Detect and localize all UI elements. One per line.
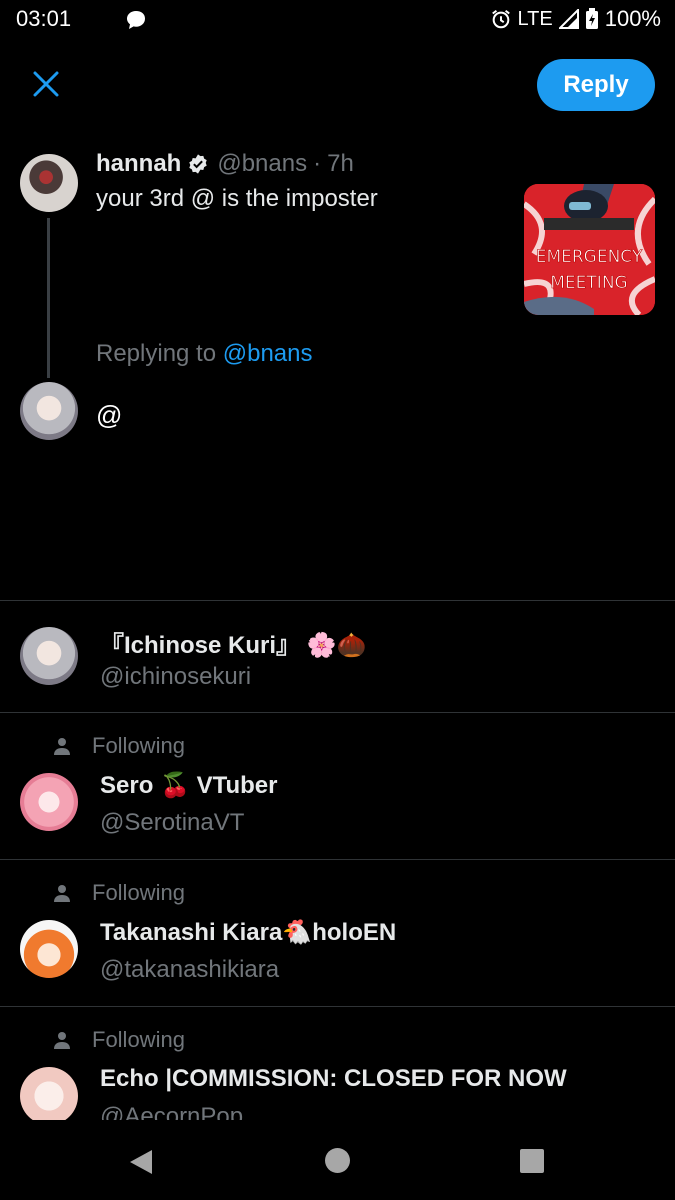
avatar	[20, 920, 78, 978]
media-text-line1: EMERGENCY	[536, 247, 643, 267]
reply-button[interactable]: Reply	[537, 59, 655, 111]
replying-to-handle[interactable]: @bnans	[223, 340, 313, 367]
signal-icon	[558, 9, 579, 29]
following-label: Following	[92, 880, 185, 905]
tweet-author-name[interactable]: hannah	[96, 150, 181, 178]
tweet-text: your 3rd @ is the imposter	[96, 185, 378, 212]
avatar-current-user[interactable]	[20, 382, 78, 440]
avatar	[20, 627, 78, 685]
tweet-header: hannah @bnans · 7h	[96, 150, 354, 178]
tweet-separator: ·	[313, 150, 322, 177]
suggestion-handle: @ichinosekuri	[100, 663, 252, 690]
suggestion-emoji: 🌸🌰	[306, 631, 367, 659]
suggestion-emoji: 🐔	[282, 918, 313, 946]
suggestion-name-text: Takanashi Kiara	[100, 919, 283, 946]
following-indicator: Following	[54, 733, 185, 759]
following-label: Following	[92, 733, 185, 758]
avatar-hannah[interactable]	[20, 154, 78, 212]
tweet-media-thumbnail[interactable]: EMERGENCY MEETING	[524, 184, 655, 315]
suggestion-handle: @AecornPop	[100, 1103, 244, 1120]
suggestion-name: Sero 🍒 VTuber	[100, 771, 277, 800]
suggestion-name: 『Ichinose Kuri』 🌸🌰	[100, 625, 366, 660]
person-icon	[54, 1032, 70, 1049]
avatar	[20, 773, 78, 831]
replying-to-prefix: Replying to	[96, 340, 223, 367]
system-nav-bar	[0, 1120, 675, 1200]
battery-icon	[585, 8, 598, 29]
suggestion-name-suffix: holoEN	[312, 919, 397, 946]
recent-apps-icon[interactable]	[520, 1149, 544, 1173]
status-right: LTE 100%	[490, 6, 661, 32]
suggestion-name: Echo |COMMISSION: CLOSED FOR NOW	[100, 1065, 567, 1092]
suggestion-name-text: Sero	[100, 772, 154, 799]
message-icon	[127, 11, 145, 29]
mention-suggestion-serotinavt[interactable]: Following Sero 🍒 VTuber @SerotinaVT	[0, 713, 675, 859]
alarm-icon	[491, 9, 510, 29]
thread-line	[47, 218, 50, 378]
media-text-line2: MEETING	[550, 273, 627, 293]
following-indicator: Following	[54, 880, 185, 906]
mention-suggestion-ichinosekuri[interactable]: 『Ichinose Kuri』 🌸🌰 @ichinosekuri	[0, 601, 675, 711]
verified-badge-icon	[189, 154, 208, 174]
suggestion-name-text: 『Ichinose Kuri』	[100, 632, 301, 659]
mention-suggestion-aecornpop[interactable]: Following Echo |COMMISSION: CLOSED FOR N…	[0, 1007, 675, 1120]
following-label: Following	[92, 1027, 185, 1052]
close-icon[interactable]	[28, 66, 64, 102]
tweet-author-handle[interactable]: @bnans	[217, 150, 307, 178]
suggestion-handle: @takanashikiara	[100, 956, 280, 983]
avatar	[20, 1067, 78, 1120]
suggestion-emoji: 🍒	[160, 771, 190, 799]
battery-percent: 100%	[604, 6, 661, 31]
suggestion-name-suffix: VTuber	[189, 772, 278, 799]
replying-to: Replying to @bnans	[96, 340, 313, 368]
following-indicator: Following	[54, 1027, 185, 1053]
status-time: 03:01	[16, 6, 72, 31]
person-icon	[54, 885, 70, 902]
network-label: LTE	[517, 7, 553, 30]
suggestion-handle: @SerotinaVT	[100, 809, 245, 836]
home-icon[interactable]	[325, 1148, 350, 1173]
back-icon[interactable]	[128, 1148, 154, 1176]
compose-reply-input[interactable]	[96, 400, 636, 431]
person-icon	[54, 738, 70, 755]
mention-suggestion-takanashikiara[interactable]: Following Takanashi Kiara🐔holoEN @takana…	[0, 860, 675, 1006]
suggestion-name: Takanashi Kiara🐔holoEN	[100, 918, 396, 947]
tweet-timestamp: 7h	[327, 150, 354, 177]
status-bar: 03:01 LTE 100%	[0, 0, 675, 40]
